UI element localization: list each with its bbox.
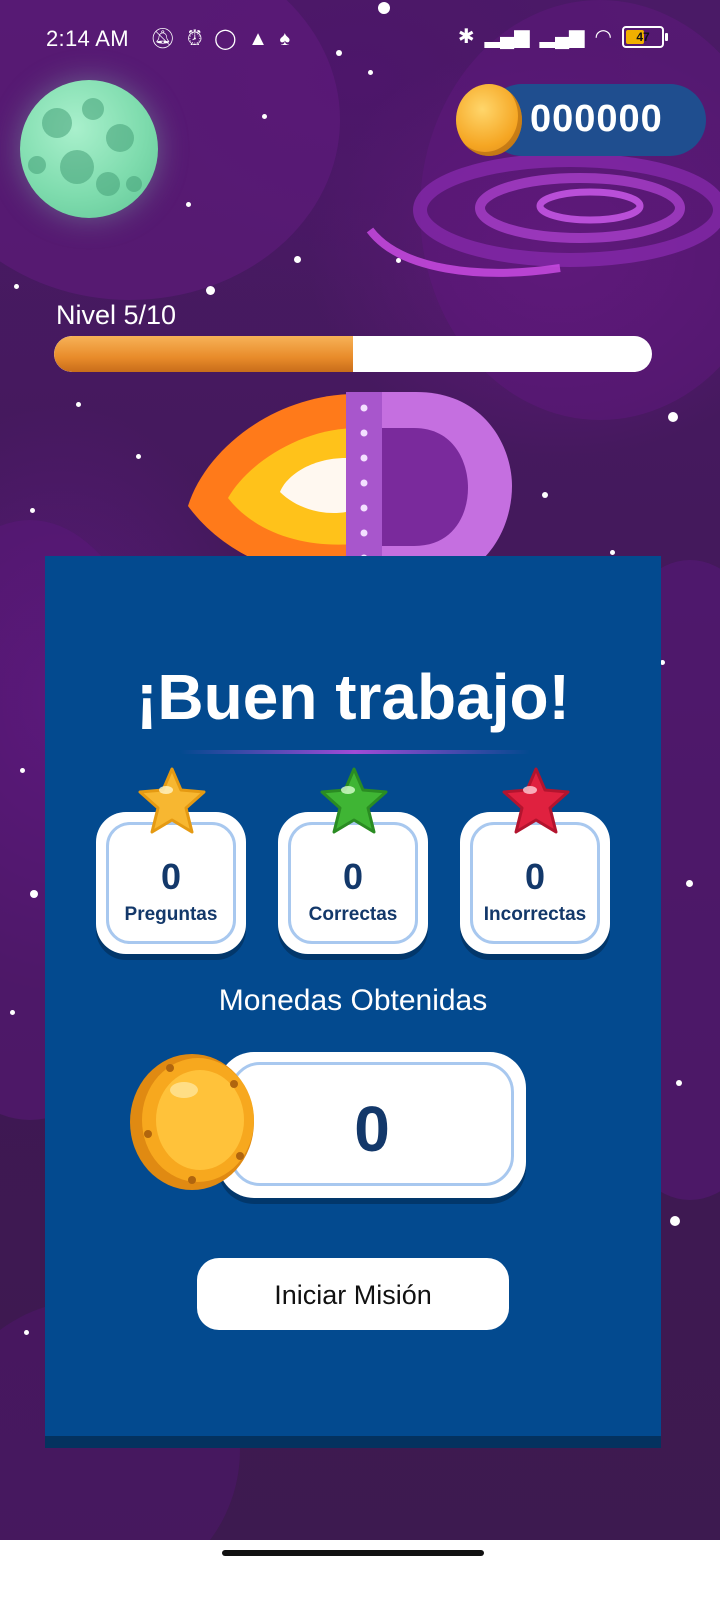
wifi-icon: ◠ (594, 26, 612, 48)
result-title: ¡Buen trabajo! (136, 661, 570, 733)
navigation-bar (0, 1540, 720, 1600)
start-mission-button[interactable]: Iniciar Misión (197, 1258, 509, 1330)
stat-value: 0 (160, 856, 182, 897)
signal-icon-2: ▂▄▆ (539, 26, 585, 48)
battery-icon: 47 (622, 25, 668, 48)
level-progress-fill (54, 336, 353, 372)
app-icon: ▲ (248, 28, 268, 50)
bluetooth-icon: ✱ (457, 26, 475, 48)
coin-icon (456, 84, 522, 156)
status-left-icons: 🔕︎ ⏰︎ ◯ ▲ ♠ (150, 26, 296, 51)
stat-label: Preguntas (124, 904, 218, 925)
stat-value: 0 (342, 856, 364, 897)
galaxy-swirl-decoration (366, 153, 720, 277)
star-icon (138, 767, 206, 834)
status-right-icons: ✱ ▂▄▆ ▂▄▆ ◠ 47 (457, 24, 668, 49)
coins-earned-value: 0 (354, 1093, 390, 1165)
result-card-shadow (45, 1436, 661, 1448)
title-divider (180, 750, 530, 754)
status-time: 2:14 AM (46, 26, 129, 51)
signal-icon: ▂▄▆ (484, 26, 530, 48)
muted-notification-icon: 🔕︎ (150, 28, 176, 50)
stat-correctas: 0 Correctas (278, 767, 428, 954)
app-icon-2: ♠ (279, 28, 291, 50)
coins-earned-box: 0 (218, 1052, 526, 1198)
stat-value: 0 (524, 856, 546, 897)
app-logo (188, 392, 512, 584)
stat-label: Correctas (308, 904, 398, 925)
level-progress-bar (54, 336, 652, 372)
stat-label: Incorrectas (483, 904, 587, 925)
star-icon (320, 767, 388, 834)
battery-level: 47 (636, 29, 650, 44)
stat-incorrectas: 0 Incorrectas (460, 767, 610, 954)
whatsapp-icon: ◯ (214, 28, 237, 50)
level-label: Nivel 5/10 (56, 300, 177, 330)
stat-preguntas: 0 Preguntas (96, 767, 246, 954)
planet-decoration (20, 80, 158, 218)
coin-counter-value: 000000 (530, 98, 663, 140)
alarm-icon: ⏰︎ (186, 28, 203, 50)
star-icon (502, 767, 570, 834)
home-indicator[interactable] (222, 1550, 484, 1556)
coins-earned-label: Monedas Obtenidas (218, 984, 488, 1017)
status-bar: 2:14 AM 🔕︎ ⏰︎ ◯ ▲ ♠ ✱ ▂▄▆ ▂▄▆ ◠ 47 (0, 22, 720, 58)
coin-icon (130, 1054, 254, 1190)
